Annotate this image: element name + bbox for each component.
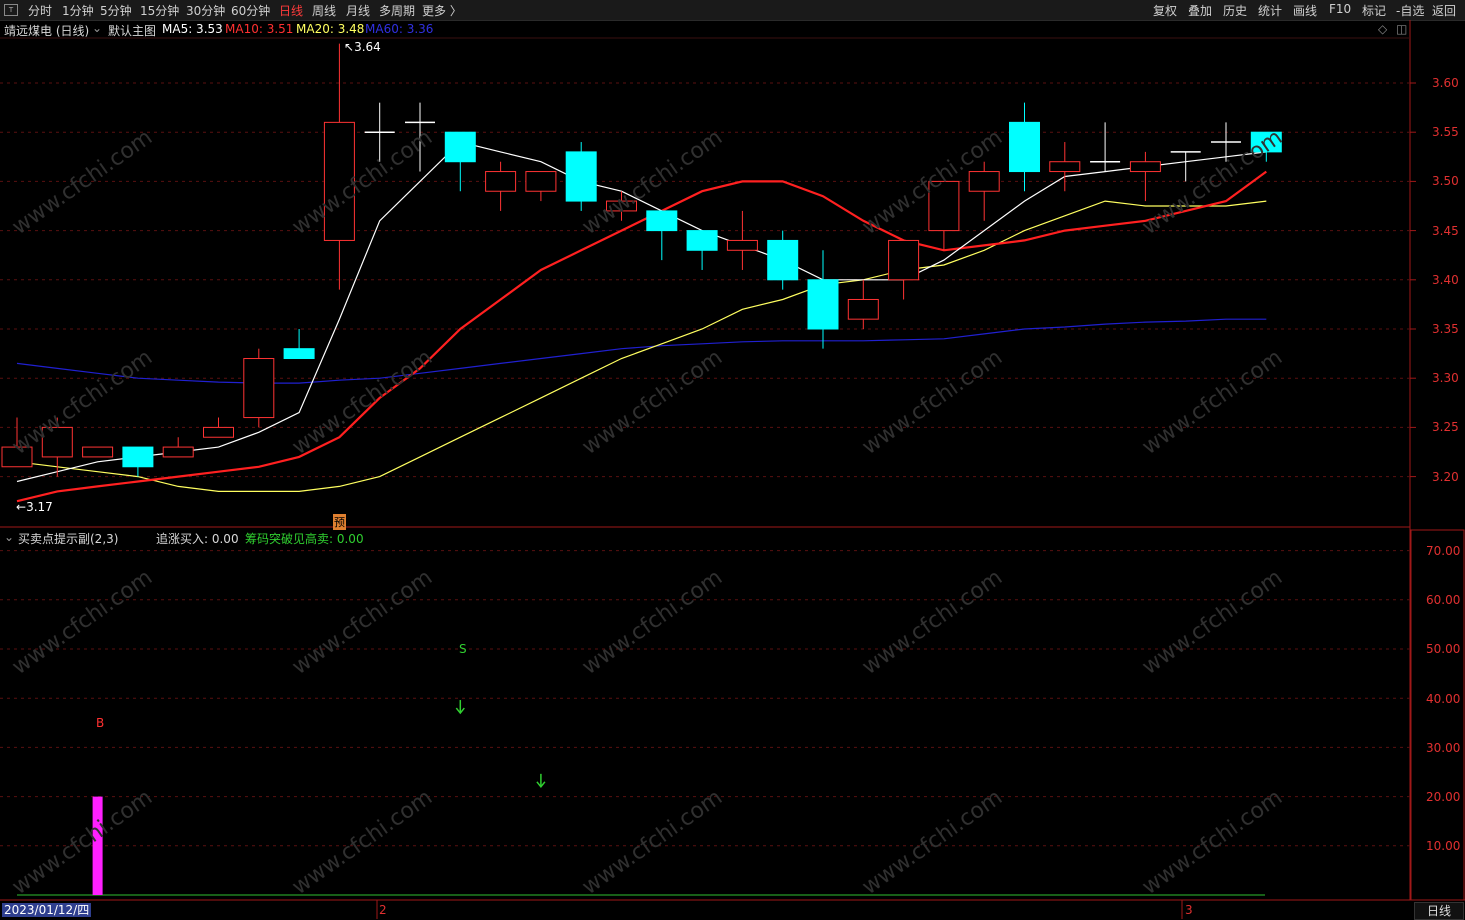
price-axis-tick: 3.30 bbox=[1432, 371, 1459, 386]
month-label-2: 2 bbox=[379, 903, 387, 917]
candle-down bbox=[444, 131, 476, 163]
candle-down bbox=[807, 279, 839, 330]
buy-marker: B bbox=[96, 716, 105, 730]
ma20-line bbox=[16, 200, 1267, 492]
price-axis-tick: 3.20 bbox=[1432, 469, 1459, 484]
candle-down bbox=[686, 230, 718, 251]
price-axis-tick: 3.50 bbox=[1432, 174, 1459, 189]
candle-down bbox=[283, 348, 315, 360]
candle-up bbox=[726, 239, 758, 251]
candle-up bbox=[162, 446, 194, 458]
candle-down bbox=[1250, 131, 1282, 153]
sub-axis-tick: 50.00 bbox=[1426, 642, 1461, 657]
price-axis-tick: 3.60 bbox=[1432, 76, 1459, 90]
candle-down bbox=[646, 210, 678, 232]
candle-up bbox=[1049, 161, 1081, 173]
candle-down bbox=[565, 151, 597, 202]
candle-down bbox=[122, 446, 154, 468]
month-label-3: 3 bbox=[1185, 903, 1193, 917]
sub-axis-tick: 10.00 bbox=[1426, 839, 1461, 854]
sell-marker: S bbox=[459, 642, 467, 656]
candle-up bbox=[82, 446, 114, 458]
candle-up bbox=[888, 239, 920, 281]
ma10-line bbox=[16, 170, 1267, 503]
candle-up bbox=[41, 426, 73, 458]
candle-up bbox=[525, 171, 557, 192]
candle-up bbox=[323, 121, 355, 241]
candle-up bbox=[203, 426, 234, 438]
kline-chart[interactable] bbox=[0, 0, 1465, 919]
candle-up bbox=[928, 180, 960, 232]
candle-down bbox=[1009, 121, 1040, 173]
buy-signal-bar bbox=[92, 796, 103, 895]
sub-axis-tick: 60.00 bbox=[1426, 593, 1461, 608]
candle-up bbox=[243, 358, 275, 419]
sub-axis-tick: 20.00 bbox=[1426, 790, 1461, 804]
price-axis-tick: 3.40 bbox=[1432, 272, 1459, 287]
current-date: 2023/01/12/四 bbox=[2, 903, 92, 917]
high-price-label: ↖3.64 bbox=[344, 40, 381, 54]
price-axis-tick: 3.45 bbox=[1432, 223, 1459, 238]
candle-up bbox=[606, 200, 637, 212]
candle-up bbox=[847, 298, 879, 320]
low-price-label: ←3.17 bbox=[16, 500, 53, 514]
sub-axis-tick: 30.00 bbox=[1426, 740, 1461, 755]
candle-up bbox=[1, 446, 33, 468]
candle-up bbox=[485, 171, 517, 192]
price-axis-tick: 3.25 bbox=[1432, 420, 1459, 435]
pre-marker: 预 bbox=[333, 514, 346, 530]
candle-up bbox=[968, 171, 1000, 192]
price-axis-tick: 3.55 bbox=[1432, 125, 1459, 140]
price-axis-tick: 3.35 bbox=[1432, 322, 1459, 336]
candle-up bbox=[1129, 161, 1161, 173]
sub-axis-tick: 40.00 bbox=[1426, 691, 1461, 706]
period-selector-button[interactable]: 日线 bbox=[1414, 902, 1464, 920]
candle-down bbox=[767, 239, 799, 281]
sub-axis-tick: 70.00 bbox=[1426, 544, 1461, 558]
